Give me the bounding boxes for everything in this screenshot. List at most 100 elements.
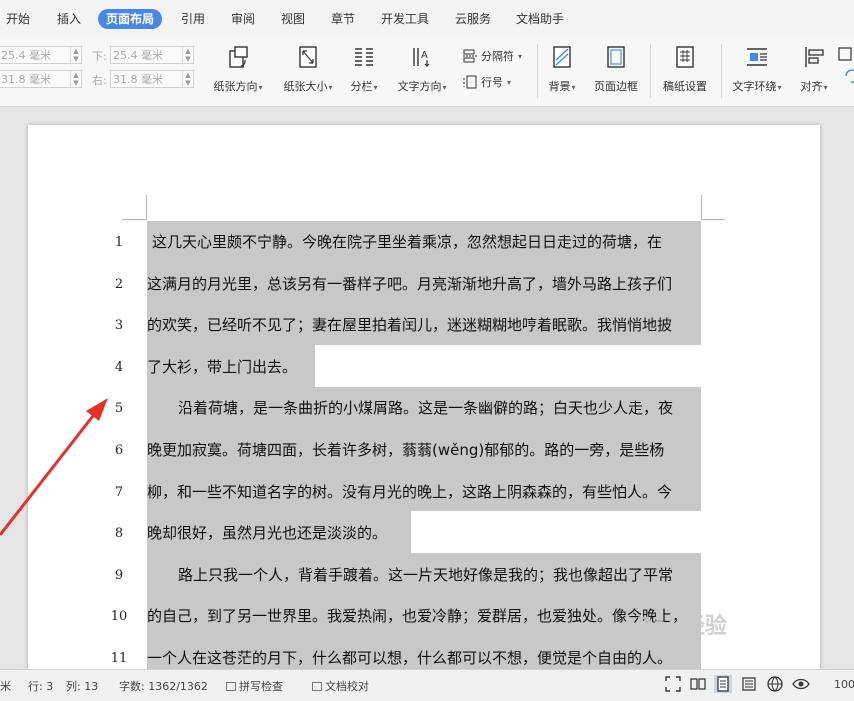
line-number-label: 行号 — [481, 76, 503, 89]
dropdown-caret-icon: ▾ — [442, 83, 447, 92]
document-text-line[interactable]: 路上只我一个人，背着手踱着。这一片天地好像是我的；我也像超出了平常 — [178, 564, 673, 586]
margin-bottom-value: 25.4 毫米 — [113, 49, 163, 62]
margin-top-input[interactable]: 25.4 毫米 ▲ ▼ — [0, 46, 82, 64]
document-text-line[interactable]: 一个人在这苍茫的月下，什么都可以想，什么都可以不想，便觉是个自由的人。 — [147, 647, 672, 669]
spin-arrows-icon[interactable]: ▲ ▼ — [182, 47, 193, 63]
margin-bottom-label: 下: — [92, 50, 107, 63]
rotate-icon[interactable] — [838, 46, 854, 96]
dropdown-caret-icon: ▾ — [258, 83, 263, 92]
reading-mode-icon[interactable] — [689, 675, 707, 693]
draft-paper-setting-button[interactable]: 稿纸设置 — [656, 44, 714, 94]
page-view-icon[interactable] — [714, 675, 732, 693]
text-wrap-icon — [747, 48, 767, 66]
document-text-line[interactable]: 晚却很好，虽然月光也还是淡淡的。 — [147, 522, 387, 544]
ribbon-divider — [650, 44, 651, 98]
margin-right-label: 右: — [92, 74, 107, 87]
columns-button[interactable]: 分栏▾ — [344, 44, 384, 94]
tab-review[interactable]: 审阅 — [231, 9, 255, 29]
outline-view-icon[interactable] — [740, 675, 758, 693]
spin-arrows-icon[interactable]: ▲ ▼ — [70, 47, 81, 63]
dropdown-caret-icon: ▾ — [518, 51, 523, 61]
align-button[interactable]: 对齐▾ — [794, 44, 834, 94]
dropdown-caret-icon: ▾ — [571, 83, 576, 92]
document-workspace[interactable]: 1 这几天心里颇不宁静。今晚在院子里坐着乘凉，忽然想起日日走过的荷塘，在 2 这满月的… — [0, 107, 854, 669]
separator-button[interactable]: 分隔符 ▾ — [462, 48, 522, 64]
tab-references[interactable]: 引用 — [181, 9, 205, 29]
text-direction-icon: A — [413, 48, 430, 67]
background-button[interactable]: 背景▾ — [542, 44, 582, 94]
status-row: 行: 3 — [28, 680, 54, 693]
document-page[interactable]: 1 这几天心里颇不宁静。今晚在院子里坐着乘凉，忽然想起日日走过的荷塘，在 2 这满月的… — [28, 125, 820, 669]
document-text-line[interactable]: 沿着荷塘，是一条曲折的小煤屑路。这是一条幽僻的路；白天也少人走，夜 — [178, 397, 673, 419]
proofread-button[interactable]: 文档校对 — [312, 678, 369, 694]
tab-insert[interactable]: 插入 — [57, 9, 81, 29]
margin-bottom-input[interactable]: 25.4 毫米 ▲ ▼ — [110, 46, 194, 64]
line-number-button[interactable]: 行号 ▾ — [462, 74, 511, 90]
status-word-count[interactable]: 字数: 1362/1362 — [119, 678, 208, 694]
margin-corner-mark — [701, 219, 725, 220]
tab-page-layout[interactable]: 页面布局 — [98, 9, 163, 29]
document-text-line[interactable]: 晚更加寂寞。荷塘四面，长着许多树，蓊蓊(wěng)郁郁的。路的一旁，是些杨 — [147, 439, 664, 461]
tab-chapter[interactable]: 章节 — [331, 9, 355, 29]
document-text-line[interactable]: 这几天心里颇不宁静。今晚在院子里坐着乘凉，忽然想起日日走过的荷塘，在 — [152, 231, 662, 253]
dropdown-caret-icon: ▾ — [373, 83, 378, 92]
text-direction-button[interactable]: A 文字方向▾ — [392, 44, 452, 94]
columns-icon — [355, 48, 373, 66]
margin-left-input[interactable]: 31.8 毫米 ▲ ▼ — [0, 70, 82, 88]
page-border-icon — [607, 46, 625, 68]
paper-orientation-button[interactable]: 纸张方向▾ — [208, 44, 268, 94]
spell-check-icon — [226, 682, 236, 691]
tab-home[interactable]: 开始 — [6, 9, 30, 29]
status-bar: 米 行: 3 列: 13 字数: 1362/1362 拼写检查 文档校对 100 — [0, 669, 854, 701]
line-number: 9 — [114, 568, 124, 583]
document-text-line[interactable]: 这满月的月光里，总该另有一番样子吧。月亮渐渐地升高了，墙外马路上孩子们 — [147, 273, 672, 295]
dropdown-caret-icon: ▾ — [507, 77, 512, 87]
tab-doc-assistant[interactable]: 文档助手 — [516, 9, 564, 29]
margin-top-value: 25.4 毫米 — [1, 49, 51, 62]
columns-label: 分栏 — [350, 80, 373, 93]
text-wrap-button[interactable]: 文字环绕▾ — [726, 44, 788, 94]
draft-paper-icon — [676, 46, 694, 68]
paper-size-button[interactable]: 纸张大小▾ — [278, 44, 338, 94]
eye-protection-icon[interactable] — [792, 675, 810, 693]
watermark-logo: Bai 经验 — [636, 614, 727, 639]
line-number-icon — [463, 75, 477, 89]
spin-arrows-icon[interactable]: ▲ ▼ — [182, 71, 193, 87]
page-orientation-icon — [229, 46, 248, 68]
document-text-line[interactable]: 柳，和一些不知道名字的树。没有月光的晚上，这路上阴森森的，有些怕人。今 — [147, 481, 672, 503]
proofread-icon — [312, 682, 322, 691]
document-text-line[interactable]: 了大衫，带上门出去。 — [147, 356, 297, 378]
separator-label: 分隔符 — [481, 50, 514, 63]
document-text-line[interactable]: 的欢笑，已经听不见了；妻在屋里拍着闰儿，迷迷糊糊地哼着眠歌。我悄悄地披 — [147, 314, 672, 336]
web-view-icon[interactable] — [766, 675, 784, 693]
margin-right-input[interactable]: 31.8 毫米 ▲ ▼ — [110, 70, 194, 88]
align-icon — [805, 47, 824, 67]
red-arrow-annotation — [0, 398, 108, 536]
page-break-icon — [463, 49, 477, 63]
zoom-level[interactable]: 100 — [834, 678, 854, 691]
page-border-label: 页面边框 — [594, 80, 638, 93]
document-text-line[interactable]: 的自己，到了另一世界里。我爱热闹，也爱冷静；爱群居，也爱独处。像今晚上， — [147, 605, 687, 627]
svg-text:A: A — [421, 50, 428, 61]
status-unit: 米 — [0, 680, 11, 693]
text-direction-label: 文字方向 — [397, 80, 442, 93]
spell-check-button[interactable]: 拼写检查 — [226, 678, 283, 694]
paper-size-label: 纸张大小 — [283, 80, 328, 93]
fullscreen-icon[interactable] — [664, 675, 682, 693]
paper-orientation-label: 纸张方向 — [213, 80, 258, 93]
menu-tab-bar: 开始 插入 页面布局 引用 审阅 视图 章节 开发工具 云服务 文档助手 — [0, 0, 854, 36]
tab-view[interactable]: 视图 — [281, 9, 305, 29]
dropdown-caret-icon: ▾ — [823, 83, 828, 92]
background-icon — [553, 46, 571, 68]
spin-arrows-icon[interactable]: ▲ ▼ — [70, 71, 81, 87]
paper-size-icon — [299, 46, 317, 68]
tab-cloud[interactable]: 云服务 — [455, 9, 491, 29]
tab-developer[interactable]: 开发工具 — [381, 9, 429, 29]
margin-right-value: 31.8 毫米 — [113, 73, 163, 86]
margin-corner-mark — [122, 219, 147, 220]
ribbon-divider — [721, 44, 722, 98]
line-number: 11 — [110, 651, 128, 666]
line-number: 10 — [110, 609, 128, 624]
page-border-button[interactable]: 页面边框 — [590, 44, 642, 94]
proofread-label: 文档校对 — [325, 680, 369, 693]
